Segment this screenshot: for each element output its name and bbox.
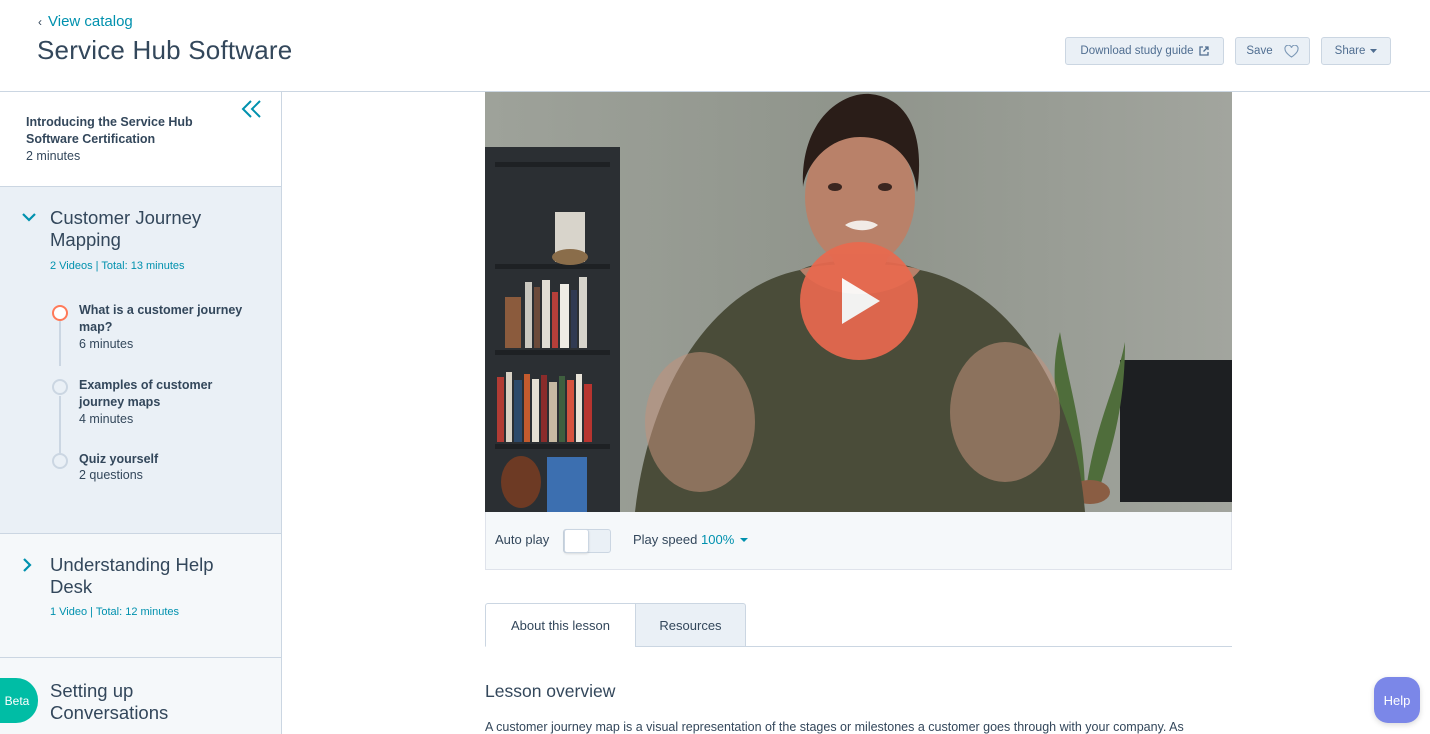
lesson-current-indicator-icon xyxy=(52,305,68,321)
page-title: Service Hub Software xyxy=(37,35,293,65)
download-label: Download study guide xyxy=(1080,45,1194,57)
share-label: Share xyxy=(1334,45,1366,57)
view-catalog-label: View catalog xyxy=(48,13,133,30)
lesson-status-indicator-icon xyxy=(52,453,68,469)
caret-down-icon xyxy=(1370,49,1378,53)
section-customer-journey-mapping: Customer Journey Mapping 2 Videos | Tota… xyxy=(0,187,281,534)
heart-icon xyxy=(1284,44,1299,58)
section-meta: 1 Video | Total: 12 minutes xyxy=(50,606,180,618)
section-title[interactable]: Customer Journey Mapping xyxy=(50,207,250,251)
tab-about-this-lesson[interactable]: About this lesson xyxy=(485,603,636,647)
section-title: Setting up Conversations xyxy=(50,680,169,723)
play-button[interactable] xyxy=(800,242,918,360)
chevron-right-icon xyxy=(22,558,32,575)
play-speed-label: Play speed xyxy=(633,532,698,547)
view-catalog-link[interactable]: ‹ View catalog xyxy=(38,13,133,30)
play-speed-value: 100% xyxy=(701,532,735,547)
lesson-title: Quiz yourself xyxy=(79,452,159,466)
caret-down-icon xyxy=(740,537,749,542)
play-speed-dropdown[interactable]: 100% xyxy=(701,532,749,547)
progress-track xyxy=(59,396,61,456)
autoplay-label: Auto play xyxy=(495,532,550,547)
share-button[interactable]: Share xyxy=(1321,37,1391,65)
intro-lesson[interactable]: Introducing the Service Hub Software Cer… xyxy=(0,92,281,187)
progress-track xyxy=(59,321,61,366)
chevron-down-icon[interactable] xyxy=(22,209,36,225)
tab-resources[interactable]: Resources xyxy=(635,603,746,647)
video-player[interactable] xyxy=(485,92,1232,512)
lesson-title: Examples of customer journey maps xyxy=(79,378,213,409)
chevron-left-icon: ‹ xyxy=(38,14,42,29)
autoplay-toggle[interactable] xyxy=(563,529,611,553)
help-button[interactable]: Help xyxy=(1374,677,1420,723)
play-icon xyxy=(842,278,880,324)
intro-lesson-title: Introducing the Service Hub Software Cer… xyxy=(26,115,193,146)
lesson-overview-text: A customer journey map is a visual repre… xyxy=(485,720,1184,734)
lesson-overview-heading: Lesson overview xyxy=(485,681,616,701)
external-link-icon xyxy=(1198,46,1209,56)
lesson-duration: 2 questions xyxy=(79,468,143,482)
lesson-title: What is a customer journey map? xyxy=(79,303,243,334)
toggle-knob xyxy=(564,529,589,553)
player-controls: Auto play Play speed 100% xyxy=(485,512,1232,570)
section-meta: 2 Videos | Total: 13 minutes xyxy=(50,260,185,272)
save-label: Save xyxy=(1246,45,1273,57)
course-sidebar: Introducing the Service Hub Software Cer… xyxy=(0,92,282,734)
intro-lesson-duration: 2 minutes xyxy=(26,149,81,163)
section-understanding-help-desk[interactable]: Understanding Help Desk 1 Video | Total:… xyxy=(0,534,281,658)
download-study-guide-button[interactable]: Download study guide xyxy=(1065,37,1224,65)
lesson-status-indicator-icon xyxy=(52,379,68,395)
section-setting-up-conversations[interactable]: Setting up Conversations xyxy=(0,658,281,734)
page-header: ‹ View catalog Service Hub Software Down… xyxy=(0,0,1430,92)
lesson-duration: 4 minutes xyxy=(79,412,134,426)
lesson-duration: 6 minutes xyxy=(79,337,134,351)
double-chevron-left-icon[interactable] xyxy=(240,97,264,121)
save-button[interactable]: Save xyxy=(1235,37,1310,65)
lesson-tabs: About this lesson Resources xyxy=(485,603,1232,647)
section-title: Understanding Help Desk xyxy=(50,554,214,597)
